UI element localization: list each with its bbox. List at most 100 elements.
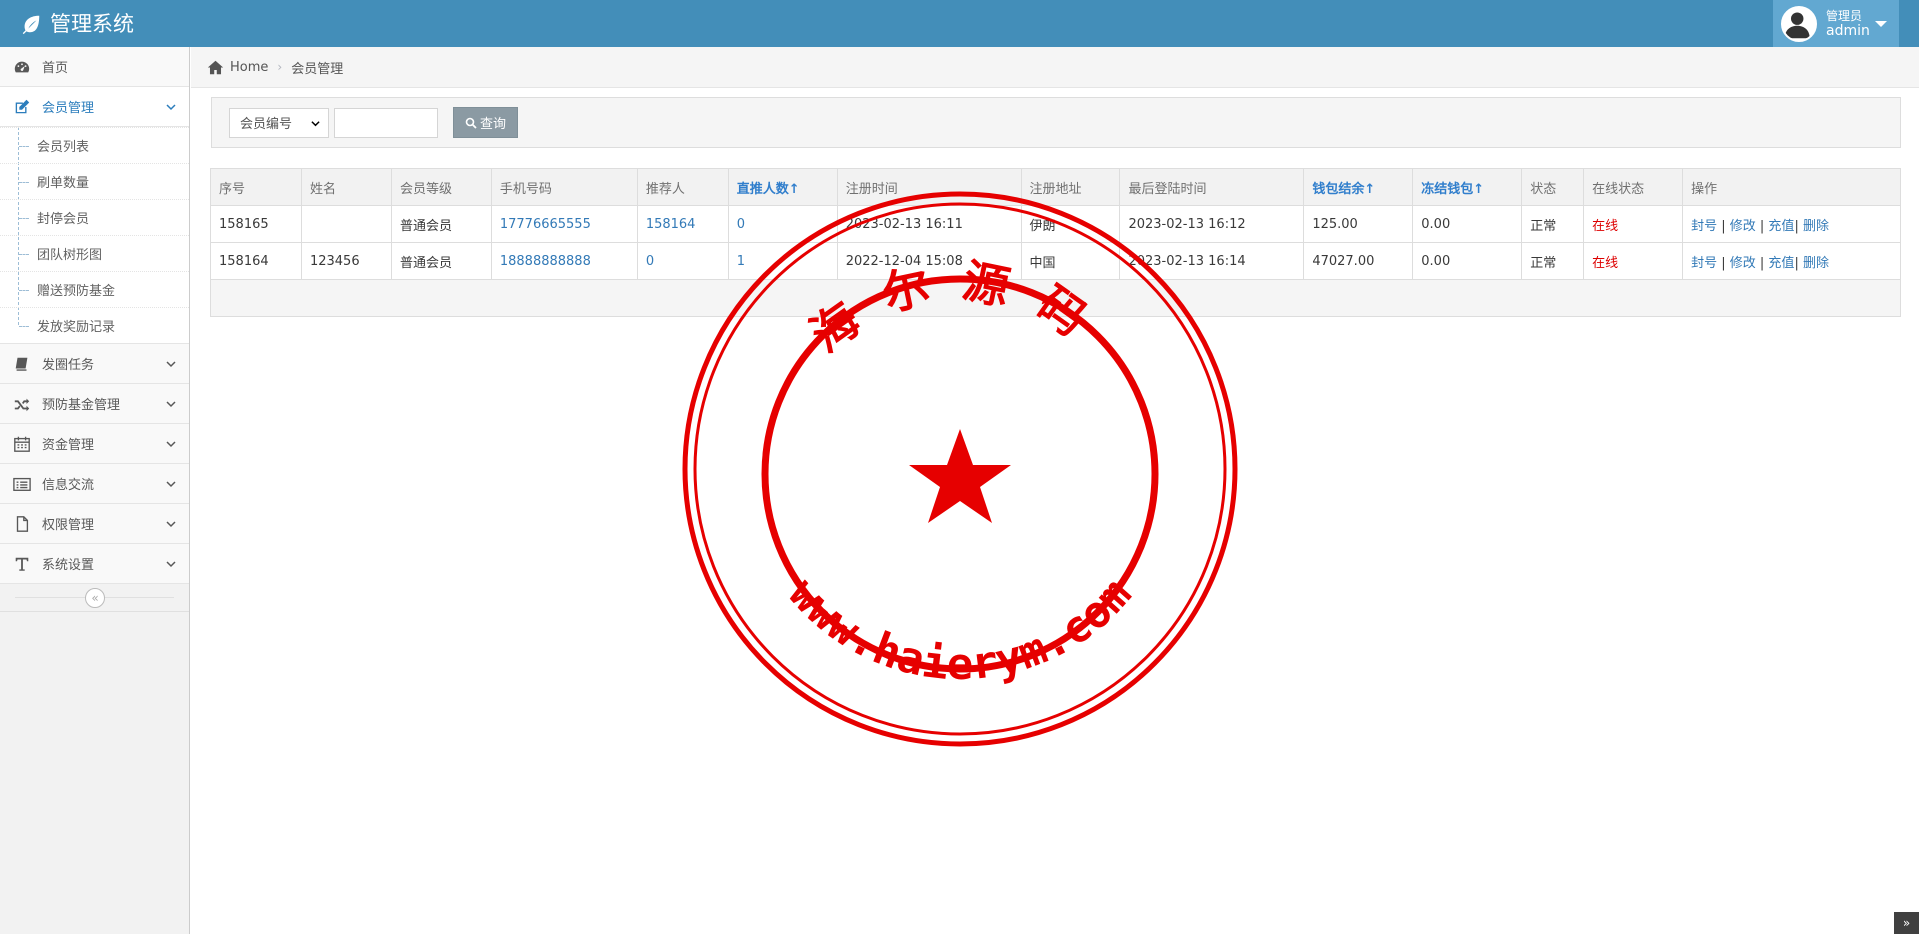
breadcrumb-current: 会员管理 — [291, 61, 344, 77]
watermark-top-text: 海尔源码 — [801, 253, 1091, 362]
chevron-down-icon — [166, 361, 176, 368]
breadcrumb: Home › 会员管理 — [191, 47, 1919, 88]
search-field-select[interactable]: 会员编号 — [229, 107, 329, 138]
random-icon — [12, 394, 32, 414]
edit-link[interactable]: 修改 — [1730, 256, 1756, 271]
cell-ops: 封号 | 修改 | 充值| 删除 — [1682, 205, 1901, 243]
calendar-icon — [12, 434, 32, 454]
chevron-down-icon — [166, 104, 176, 111]
cell-name: 123456 — [300, 242, 392, 280]
column-header: 在线状态 — [1583, 168, 1684, 206]
cell-name — [300, 205, 392, 243]
sidebar-item-info[interactable]: 信息交流 — [0, 464, 189, 504]
brand-title: 管理系统 — [50, 12, 134, 36]
submenu-item[interactable]: 会员列表 — [0, 127, 189, 163]
column-header: 操作 — [1682, 168, 1901, 206]
column-header-sortable[interactable]: 钱包结余↑ — [1303, 168, 1414, 206]
search-panel: 会员编号 查询 — [211, 97, 1901, 148]
chevron-down-icon — [166, 521, 176, 528]
column-header: 姓名 — [300, 168, 392, 206]
recharge-link[interactable]: 充值 — [1768, 219, 1794, 234]
sidebar-item-task[interactable]: 发圈任务 — [0, 344, 189, 384]
chevron-down-icon — [166, 401, 176, 408]
user-info: 管理员 admin — [1826, 9, 1870, 39]
cell-online: 在线 — [1583, 205, 1684, 243]
search-icon — [465, 117, 477, 129]
user-name: admin — [1826, 22, 1870, 39]
cell-level: 普通会员 — [390, 242, 492, 280]
sidebar-item-permission[interactable]: 权限管理 — [0, 504, 189, 544]
edit-icon — [12, 97, 32, 117]
cell-status: 正常 — [1521, 242, 1585, 280]
scroll-top-button[interactable]: » — [1894, 912, 1919, 934]
sidebar-item-settings[interactable]: 系统设置 — [0, 544, 189, 584]
top-navbar: 管理系统 管理员 admin — [0, 0, 1919, 47]
sidebar-item-label: 系统设置 — [42, 558, 95, 573]
cell-frozen: 0.00 — [1412, 205, 1523, 243]
user-role: 管理员 — [1826, 8, 1863, 23]
chevron-down-icon — [311, 120, 320, 126]
avatar — [1781, 5, 1817, 42]
leaf-icon — [22, 15, 40, 35]
sidebar-item-label: 资金管理 — [42, 438, 95, 453]
sidebar-collapse-bar: « — [0, 584, 189, 612]
submenu-member: 会员列表 刷单数量 封停会员 团队树形图 赠送预防基金 发放奖励记录 — [0, 127, 189, 344]
column-header: 手机号码 — [490, 168, 638, 206]
column-header: 序号 — [210, 168, 302, 206]
edit-link[interactable]: 修改 — [1730, 219, 1756, 234]
sidebar-item-label: 权限管理 — [42, 518, 95, 533]
cell-level: 普通会员 — [390, 205, 492, 243]
cell-phone-link[interactable]: 17776665555 — [490, 205, 638, 243]
user-menu[interactable]: 管理员 admin — [1773, 0, 1899, 47]
breadcrumb-home[interactable]: Home — [230, 60, 268, 75]
file-icon — [12, 514, 32, 534]
book-icon — [12, 354, 32, 374]
ban-link[interactable]: 封号 — [1691, 256, 1717, 271]
chevron-down-icon — [166, 441, 176, 448]
sidebar-item-label: 预防基金管理 — [42, 398, 121, 413]
watermark-bottom-text: www.haierym.com — [779, 569, 1142, 690]
submenu-item[interactable]: 赠送预防基金 — [0, 271, 189, 307]
submenu-item[interactable]: 刷单数量 — [0, 163, 189, 199]
cell-wallet: 125.00 — [1303, 205, 1414, 243]
svg-text:www.haierym.com: www.haierym.com — [779, 569, 1142, 690]
select-value: 会员编号 — [240, 117, 293, 132]
delete-link[interactable]: 删除 — [1803, 256, 1829, 271]
chevron-down-icon — [166, 561, 176, 568]
brand[interactable]: 管理系统 — [20, 10, 134, 38]
cell-ops: 封号 | 修改 | 充值| 删除 — [1682, 242, 1901, 280]
sidebar-item-label: 会员管理 — [42, 101, 95, 116]
delete-link[interactable]: 删除 — [1803, 219, 1829, 234]
sidebar-item-finance[interactable]: 资金管理 — [0, 424, 189, 464]
recharge-link[interactable]: 充值 — [1768, 256, 1794, 271]
text-icon — [12, 554, 32, 574]
cell-online: 在线 — [1583, 242, 1684, 280]
ban-link[interactable]: 封号 — [1691, 219, 1717, 234]
sidebar-item-label: 发圈任务 — [42, 358, 95, 373]
cell-wallet: 47027.00 — [1303, 242, 1414, 280]
sidebar: 首页 会员管理 会员列表 刷单数量 封停会员 团队树形图 赠送预防基金 发放奖励… — [0, 47, 190, 934]
cell-phone-link[interactable]: 18888888888 — [490, 242, 638, 280]
sidebar-item-home[interactable]: 首页 — [0, 47, 189, 87]
submenu-item[interactable]: 封停会员 — [0, 199, 189, 235]
column-header-sortable[interactable]: 冻结钱包↑ — [1412, 168, 1523, 206]
list-icon — [12, 474, 32, 494]
sidebar-item-fund[interactable]: 预防基金管理 — [0, 384, 189, 424]
sidebar-item-member[interactable]: 会员管理 — [0, 87, 189, 127]
caret-down-icon — [1875, 21, 1887, 27]
chevron-down-icon — [166, 481, 176, 488]
cell-status: 正常 — [1521, 205, 1585, 243]
dashboard-icon — [12, 57, 32, 77]
sidebar-item-label: 首页 — [42, 61, 69, 76]
column-header: 状态 — [1521, 168, 1585, 206]
submenu-item[interactable]: 发放奖励记录 — [0, 307, 189, 343]
search-button[interactable]: 查询 — [453, 107, 518, 138]
breadcrumb-separator: › — [277, 60, 283, 74]
cell-frozen: 0.00 — [1412, 242, 1523, 280]
double-chevron-left-icon[interactable]: « — [85, 588, 105, 608]
svg-text:海尔源码: 海尔源码 — [801, 253, 1119, 362]
submenu-item[interactable]: 团队树形图 — [0, 235, 189, 271]
watermark-stamp: 海尔源码 www.haierym.com — [682, 191, 1238, 747]
search-input[interactable] — [334, 107, 438, 138]
home-icon — [207, 60, 224, 74]
